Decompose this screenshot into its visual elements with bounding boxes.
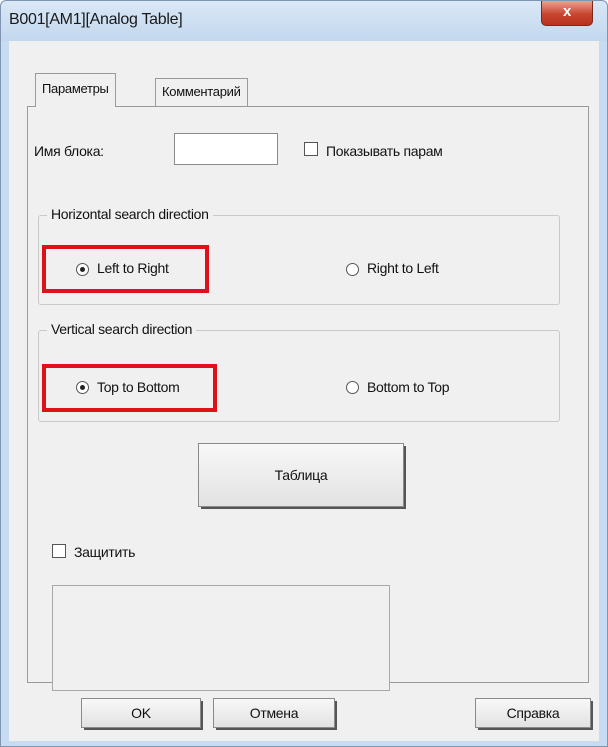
tab-label: Комментарий bbox=[162, 84, 241, 99]
protect-checkbox[interactable] bbox=[52, 544, 66, 558]
show-params-checkbox[interactable] bbox=[304, 142, 318, 156]
highlight-box bbox=[42, 364, 217, 412]
block-name-label: Имя блока: bbox=[34, 143, 104, 159]
radio-label: Bottom to Top bbox=[367, 379, 450, 395]
tab-comment[interactable]: Комментарий bbox=[155, 78, 248, 107]
group-title: Horizontal search direction bbox=[47, 206, 213, 222]
table-button[interactable]: Таблица bbox=[198, 443, 406, 509]
tab-label: Параметры bbox=[42, 81, 109, 96]
dialog-window: B001[AM1][Analog Table] x Параметры Комм… bbox=[0, 0, 608, 747]
button-label: Справка bbox=[506, 705, 560, 721]
radio-right-to-left[interactable] bbox=[346, 263, 359, 276]
tab-parameters[interactable]: Параметры bbox=[35, 73, 116, 107]
vertical-direction-group: Vertical search direction Top to Bottom … bbox=[38, 321, 560, 422]
ok-button[interactable]: OK bbox=[81, 698, 203, 730]
dialog-client: Параметры Комментарий Имя блока: Показыв… bbox=[9, 41, 599, 741]
radio-bottom-to-top[interactable] bbox=[346, 381, 359, 394]
parameters-panel: Имя блока: Показывать парам Horizontal s… bbox=[27, 106, 589, 691]
title-bar[interactable]: B001[AM1][Analog Table] x bbox=[1, 1, 607, 41]
protect-label: Защитить bbox=[74, 544, 136, 560]
help-button[interactable]: Справка bbox=[475, 698, 593, 730]
button-label: OK bbox=[131, 705, 151, 721]
highlight-box bbox=[42, 245, 209, 293]
button-label: Таблица bbox=[274, 467, 328, 483]
close-button[interactable]: x bbox=[541, 1, 593, 26]
close-icon: x bbox=[562, 3, 572, 20]
show-params-label: Показывать парам bbox=[326, 143, 443, 159]
group-title: Vertical search direction bbox=[47, 321, 197, 337]
protect-listbox bbox=[52, 585, 390, 691]
horizontal-direction-group: Horizontal search direction Left to Righ… bbox=[38, 206, 560, 305]
window-title: B001[AM1][Analog Table] bbox=[9, 11, 183, 28]
button-label: Отмена bbox=[249, 705, 299, 721]
block-name-input[interactable] bbox=[174, 133, 278, 165]
cancel-button[interactable]: Отмена bbox=[213, 698, 337, 730]
radio-label: Right to Left bbox=[367, 260, 439, 276]
